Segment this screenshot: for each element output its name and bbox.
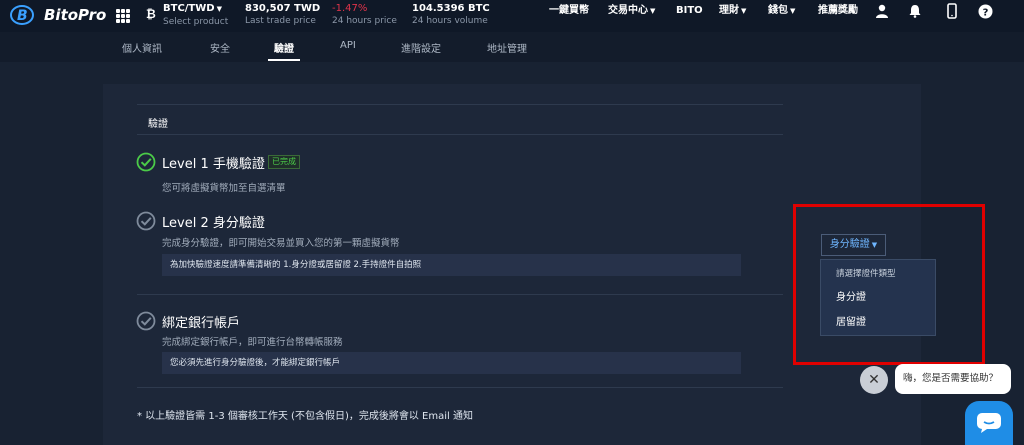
svg-text:B: B	[17, 8, 28, 24]
price-change-value: -1.47%	[332, 3, 368, 14]
mobile-phone-icon[interactable]	[944, 3, 960, 19]
tab-address-management[interactable]: 地址管理	[487, 40, 527, 55]
level2-title: Level 2 身分驗證	[162, 216, 265, 231]
nav-wallet[interactable]: 錢包 ▼	[768, 0, 795, 22]
price-change-label: 24 hours price	[332, 16, 397, 26]
bitopro-logo[interactable]: B BitoPro	[10, 4, 106, 26]
chevron-down-icon: ▼	[741, 7, 747, 15]
user-icon[interactable]	[874, 3, 890, 19]
bank-title: 綁定銀行帳戶	[162, 316, 241, 331]
apps-grid-icon[interactable]	[116, 9, 130, 23]
nav-finance-label: 理財	[719, 5, 739, 16]
divider	[137, 104, 783, 105]
volume-label: 24 hours volume	[412, 16, 488, 26]
highlight-box	[793, 204, 985, 365]
tab-advanced-settings[interactable]: 進階設定	[401, 40, 441, 55]
tab-verification[interactable]: 驗證	[274, 40, 294, 55]
account-settings-tabs: 個人資訊 安全 驗證 API 進階設定 地址管理	[0, 32, 1024, 62]
chat-launcher-button[interactable]	[965, 401, 1013, 445]
divider	[137, 134, 783, 135]
pair-selector[interactable]: BTC/TWD ▼ Select product	[163, 2, 228, 29]
svg-text:?: ?	[982, 7, 988, 18]
section-title: 驗證	[148, 119, 168, 130]
nav-bito[interactable]: BITO	[676, 0, 703, 22]
nav-trade-label: 交易中心	[608, 5, 648, 16]
volume-stat: 104.5396 BTC 24 hours volume	[412, 2, 490, 28]
chat-greeting-bubble[interactable]: 嗨，您是否需要協助？	[895, 364, 1011, 394]
chevron-down-icon: ▼	[650, 7, 656, 15]
pair-value: BTC/TWD	[163, 3, 215, 14]
bank-note: 您必須先進行身分驗證後，才能綁定銀行帳戶	[162, 352, 741, 374]
last-price-stat: 830,507 TWD Last trade price	[245, 2, 320, 28]
nav-referral[interactable]: 推薦獎勵	[818, 0, 858, 22]
tab-api[interactable]: API	[340, 40, 356, 51]
nav-trade-center[interactable]: 交易中心 ▼	[608, 0, 655, 22]
level2-description: 完成身分驗證，即可開始交易並買入您的第一顆虛擬貨幣	[162, 238, 400, 249]
bitopro-logo-icon: B	[10, 5, 34, 25]
completed-badge: 已完成	[268, 155, 300, 169]
chevron-down-icon: ▼	[790, 7, 796, 15]
chat-close-button[interactable]: ✕	[860, 366, 888, 394]
pair-label: Select product	[163, 17, 229, 27]
level2-note: 為加快驗證速度請準備清晰的 1.身分證或居留證 2.手持證件自拍照	[162, 254, 741, 276]
logo-text: BitoPro	[44, 6, 107, 24]
nav-quick-buy[interactable]: 一鍵買幣	[549, 0, 589, 22]
volume-value: 104.5396 BTC	[412, 3, 490, 14]
level1-description: 您可將虛擬貨幣加至自選清單	[162, 183, 286, 194]
tab-personal-info[interactable]: 個人資訊	[122, 40, 162, 55]
check-complete-icon	[136, 152, 156, 172]
nav-finance[interactable]: 理財 ▼	[719, 0, 746, 22]
bank-description: 完成綁定銀行帳戶，即可進行台幣轉帳服務	[162, 337, 343, 348]
bitcoin-icon: ₿	[146, 7, 156, 21]
chevron-down-icon: ▼	[216, 5, 222, 13]
chat-icon	[977, 413, 1001, 433]
level1-title: Level 1 手機驗證	[162, 157, 265, 172]
divider	[137, 294, 783, 295]
last-price-label: Last trade price	[245, 16, 316, 26]
last-price-value: 830,507 TWD	[245, 3, 321, 14]
tab-security[interactable]: 安全	[210, 40, 230, 55]
bell-icon[interactable]	[907, 3, 923, 19]
help-icon[interactable]: ?	[977, 3, 993, 19]
check-pending-icon	[136, 311, 156, 331]
divider	[137, 387, 783, 388]
nav-wallet-label: 錢包	[768, 5, 788, 16]
review-footnote: * 以上驗證皆需 1-3 個審核工作天 (不包含假日)，完成後將會以 Email…	[137, 411, 473, 422]
close-icon: ✕	[868, 372, 880, 388]
check-pending-icon	[136, 211, 156, 231]
price-change-stat: -1.47% 24 hours price	[332, 2, 397, 28]
active-tab-indicator	[268, 59, 300, 61]
top-navigation-bar: B BitoPro ₿ BTC/TWD ▼ Select product 830,…	[0, 0, 1024, 32]
